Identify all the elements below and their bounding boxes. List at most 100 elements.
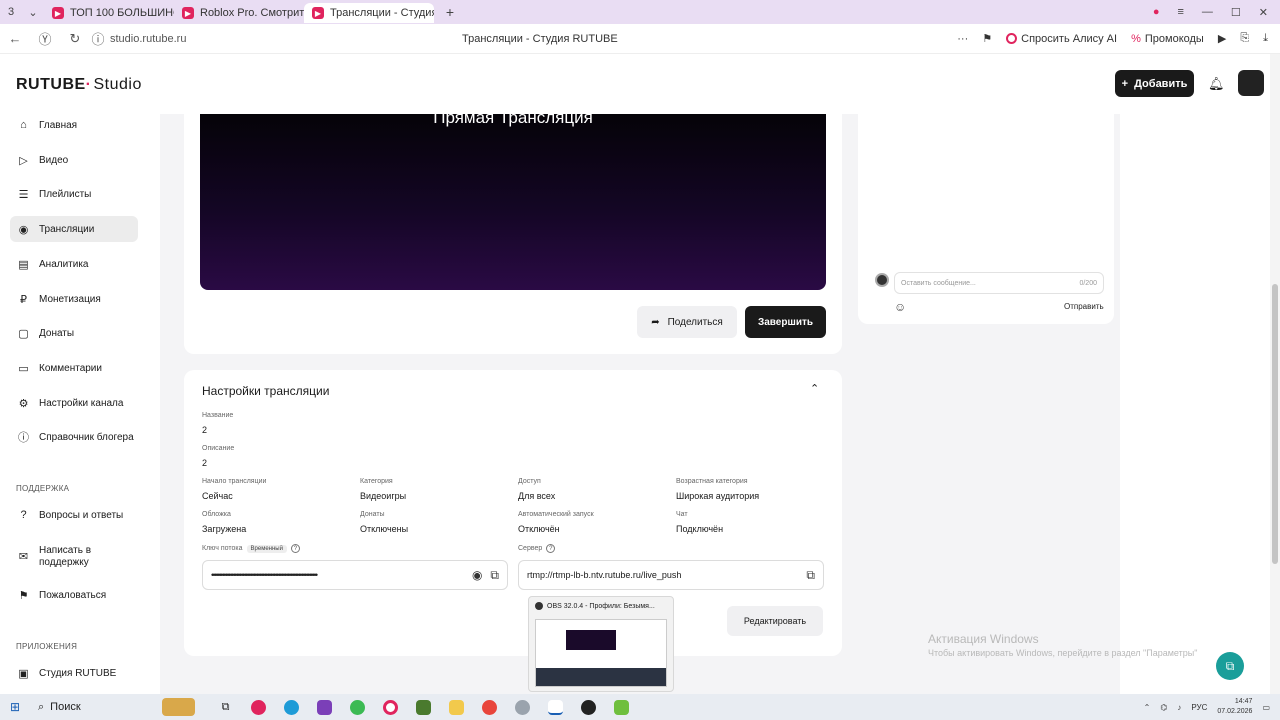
bell-icon[interactable]: 🔔︎ (1208, 76, 1225, 92)
more-icon[interactable]: ··· (957, 33, 968, 45)
copy-icon[interactable]: ⧉ (806, 568, 815, 583)
game-app-icon[interactable] (308, 699, 341, 715)
sidebar-item-blogger-guide[interactable]: ⓘ Справочник блогера (10, 424, 138, 450)
chat-message-input[interactable]: Оставить сообщение... 0/200 (894, 272, 1104, 294)
eye-icon[interactable]: ◉ (472, 568, 482, 582)
network-icon[interactable]: ⌬ (1160, 703, 1167, 712)
minecraft-app-icon[interactable] (407, 699, 440, 715)
rutube-studio-logo[interactable]: RUTUBE· Studio (16, 76, 142, 94)
server-field[interactable]: rtmp://rtmp-lb-b.ntv.rutube.ru/live_push… (518, 560, 824, 590)
promo-button[interactable]: % Промокоды (1131, 33, 1204, 45)
bookmark-icon[interactable]: ⚑ (982, 32, 992, 45)
studio-app-icon: ▣ (18, 667, 29, 680)
browser-tab-2[interactable]: ▶ Roblox Pro. Смотрите ви (174, 3, 304, 23)
server-label: Сервер (518, 545, 543, 552)
tab-counter[interactable]: 3 (0, 0, 22, 24)
sidebar-item-donates[interactable]: ▢ Донаты (10, 320, 138, 346)
sidebar-item-report[interactable]: ⚑ Пожаловаться (10, 582, 138, 608)
sidebar-item-channel-settings[interactable]: ⚙ Настройки канала (10, 390, 138, 416)
collections-icon[interactable]: ⎘ (1240, 32, 1249, 45)
sidebar-item-comments[interactable]: ▭ Комментарии (10, 355, 138, 381)
start-label: Начало трансляции (202, 478, 267, 485)
windows-start-icon[interactable]: ⊞ (0, 700, 30, 714)
sidebar-item-broadcasts[interactable]: ◉ Трансляции (10, 216, 138, 242)
cover-value: Загружена (202, 524, 247, 534)
menu-icon[interactable]: ≡ (1177, 6, 1183, 19)
yandex-icon[interactable]: Ⓨ (30, 29, 60, 48)
browser-tab-3[interactable]: ▶ Трансляции - Студия R ✕ (304, 3, 434, 23)
tray-chevron-icon[interactable]: ⌃ (1144, 703, 1151, 712)
task-view-icon[interactable]: ⧉ (209, 701, 242, 714)
collapse-chevron-icon[interactable]: ⌃ (810, 382, 819, 395)
sidebar-item-video[interactable]: ▷ Видео (10, 147, 138, 173)
sidebar-item-faq[interactable]: ? Вопросы и ответы (10, 502, 138, 528)
sidebar-item-playlists[interactable]: ☰ Плейлисты (10, 181, 138, 207)
end-stream-button[interactable]: Завершить (745, 306, 826, 338)
share-button[interactable]: ➦ Поделиться (637, 306, 737, 338)
sidebar-item-monetization[interactable]: ₽ Монетизация (10, 286, 138, 312)
settings-app-icon[interactable] (506, 699, 539, 715)
address-bar: ← Ⓨ ↻ ⓘ studio.rutube.ru ··· ⚑ Спросить … (0, 24, 1280, 54)
scrollbar-thumb[interactable] (1272, 284, 1278, 564)
stream-key-field[interactable]: ••••••••••••••••••••••••••••••••••••••••… (202, 560, 508, 590)
taskbar-widget[interactable] (162, 698, 195, 716)
taskbar-search[interactable]: ⌕ Поиск (30, 701, 162, 714)
explorer-app-icon[interactable] (440, 699, 473, 715)
support-chat-fab[interactable]: ⧉ (1216, 652, 1244, 680)
edge-app-icon[interactable] (275, 699, 308, 715)
browser-tab-1[interactable]: ▶ ТОП 100 БОЛЬШИНСТВ (44, 3, 174, 23)
yandex-browser-app-icon[interactable] (539, 699, 572, 715)
page-scrollbar[interactable] (1270, 54, 1280, 694)
opera-app-icon[interactable] (374, 699, 407, 715)
tabs-menu-chevron-icon[interactable]: ⌄ (22, 0, 44, 24)
tab-favicon-icon: ▶ (312, 7, 324, 19)
stream-key-value: ••••••••••••••••••••••••••••••••••••••••… (211, 570, 318, 580)
access-label: Доступ (518, 478, 541, 485)
chrome-like-app-icon[interactable] (341, 699, 374, 715)
reader-icon[interactable]: ▶ (1218, 32, 1226, 45)
language-indicator[interactable]: РУС (1191, 703, 1207, 712)
url-field[interactable]: studio.rutube.ru (110, 33, 186, 45)
yandex-app-icon[interactable] (242, 699, 275, 715)
obs-window-preview[interactable]: OBS 32.0.4 - Профили: Безымя... (528, 596, 674, 692)
avatar[interactable] (1238, 70, 1264, 96)
obs-app-icon[interactable] (572, 699, 605, 715)
new-tab-button[interactable]: + (440, 2, 460, 22)
obs-icon (535, 602, 543, 610)
chrome-app-icon[interactable] (473, 699, 506, 715)
question-icon[interactable]: ? (546, 544, 556, 553)
edit-button[interactable]: Редактировать (727, 606, 823, 636)
reload-icon[interactable]: ↻ (60, 31, 90, 47)
bookmark-ext-icon[interactable]: ● (1153, 6, 1160, 19)
download-icon[interactable]: ⤓ (1263, 32, 1268, 45)
category-value: Видеоигры (360, 491, 407, 501)
bluestacks-app-icon[interactable] (605, 699, 638, 715)
sidebar-item-home[interactable]: ⌂ Главная (10, 112, 138, 138)
sidebar-item-write-support[interactable]: ✉ Написать в поддержку (10, 540, 138, 574)
sidebar-item-studio-app[interactable]: ▣ Студия RUTUBE (10, 660, 138, 686)
copy-icon[interactable]: ⧉ (490, 568, 499, 583)
age-value: Широкая аудитория (676, 491, 760, 501)
notification-icon[interactable]: ▭ (1262, 703, 1270, 712)
emoji-icon[interactable]: ☺ (894, 300, 906, 314)
close-window-icon[interactable]: ✕ (1259, 6, 1268, 19)
taskbar-clock[interactable]: 14:47 07.02.2026 (1217, 697, 1252, 717)
playlist-icon: ☰ (18, 188, 29, 201)
sidebar-item-analytics[interactable]: ▤ Аналитика (10, 251, 138, 277)
mail-icon: ✉ (18, 551, 29, 563)
stream-key-label-row: Ключ потока Временный? (202, 544, 300, 553)
maximize-icon[interactable]: ☐ (1231, 6, 1241, 19)
minimize-icon[interactable]: — (1202, 6, 1213, 19)
site-info-icon[interactable]: ⓘ (90, 29, 106, 48)
volume-icon[interactable]: ♪ (1177, 703, 1181, 712)
send-button[interactable]: Отправить (1064, 302, 1104, 311)
video-player[interactable]: Прямая Трансляция (200, 114, 826, 290)
help-icon: ⓘ (18, 432, 29, 444)
add-button[interactable]: + Добавить (1115, 70, 1194, 97)
video-icon: ▷ (19, 154, 28, 167)
back-icon[interactable]: ← (0, 31, 30, 46)
question-icon[interactable]: ? (290, 544, 300, 553)
alice-button[interactable]: Спросить Алису AI (1006, 33, 1117, 45)
description-value: 2 (202, 458, 208, 468)
apps-section-title: ПРИЛОЖЕНИЯ (16, 642, 78, 651)
